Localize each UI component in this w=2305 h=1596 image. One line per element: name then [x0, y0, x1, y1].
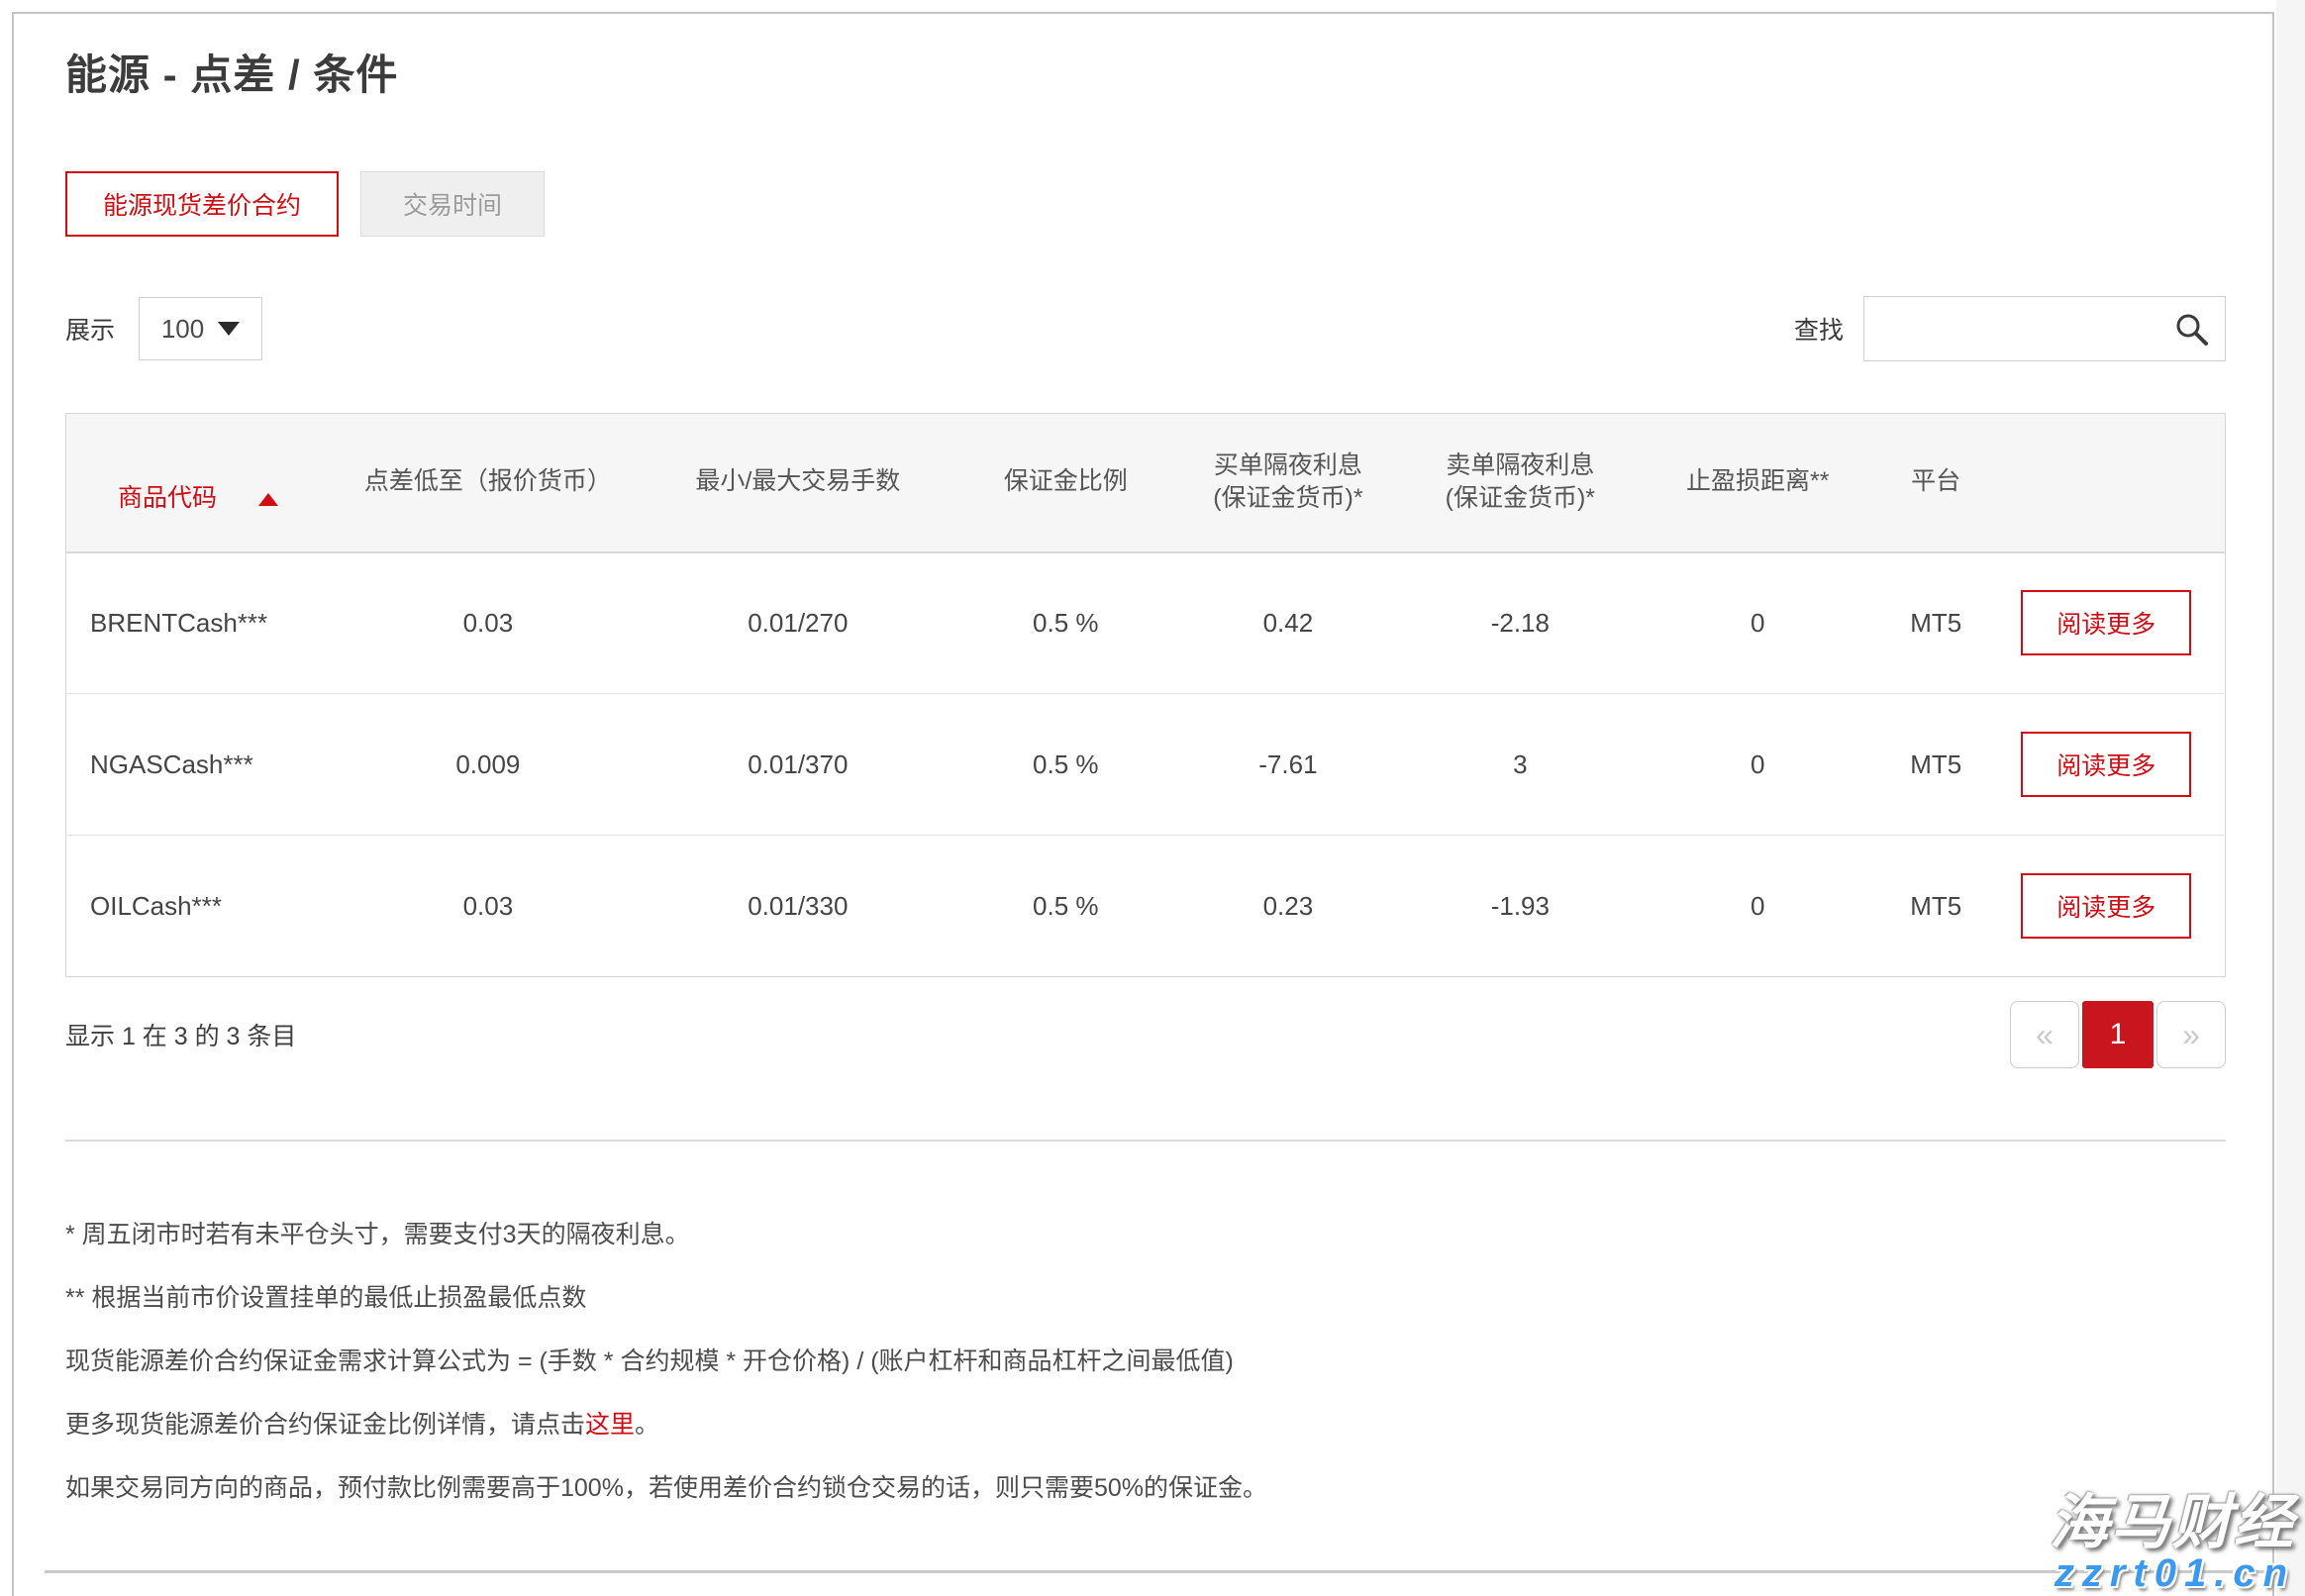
table-footer: 显示 1 在 3 的 3 条目 « 1 » — [65, 1001, 2226, 1068]
page-size-value: 100 — [161, 314, 204, 345]
table-row: OILCash*** 0.03 0.01/330 0.5 % 0.23 -1.9… — [66, 836, 2226, 977]
page-title: 能源 - 点差 / 条件 — [65, 42, 2226, 102]
read-more-button[interactable]: 阅读更多 — [2021, 873, 2191, 939]
pagination: « 1 » — [2010, 1001, 2226, 1068]
table-row: NGASCash*** 0.009 0.01/370 0.5 % -7.61 3… — [66, 694, 2226, 836]
cell-platform: MT5 — [1884, 694, 1988, 836]
table-header: 商品代码 点差低至（报价货币） 最小/最大交易手数 保证金比例 买单隔夜利息 (… — [66, 414, 2226, 552]
header-swap-long[interactable]: 买单隔夜利息 (保证金货币)* — [1167, 414, 1409, 552]
content-card: 能源 - 点差 / 条件 能源现货差价合约 交易时间 展示 100 查找 — [12, 12, 2274, 1596]
cell-lots: 0.01/330 — [632, 836, 964, 977]
cell-swap-long: -7.61 — [1167, 694, 1409, 836]
cell-symbol: NGASCash*** — [66, 694, 345, 836]
chevron-down-icon — [218, 322, 240, 336]
read-more-button[interactable]: 阅读更多 — [2021, 590, 2191, 655]
cell-swap-long: 0.23 — [1167, 836, 1409, 977]
cell-limit-stop: 0 — [1632, 836, 1884, 977]
footnote-swap-3day: * 周五闭市时若有未平仓头寸，需要支付3天的隔夜利息。 — [65, 1217, 2226, 1252]
tab-trading-hours[interactable]: 交易时间 — [360, 171, 545, 237]
cell-lots: 0.01/270 — [632, 552, 964, 694]
spreads-table: 商品代码 点差低至（报价货币） 最小/最大交易手数 保证金比例 买单隔夜利息 (… — [65, 413, 2226, 977]
cell-spread: 0.009 — [345, 694, 632, 836]
cell-margin: 0.5 % — [964, 694, 1167, 836]
footnote-margin-formula: 现货能源差价合约保证金需求计算公式为 = (手数 * 合约规模 * 开仓价格) … — [65, 1344, 2226, 1379]
header-platform[interactable]: 平台 — [1884, 414, 1988, 552]
table-controls: 展示 100 查找 — [65, 296, 2226, 361]
watermark-domain: zzrt01.cn — [2050, 1552, 2295, 1594]
cell-spread: 0.03 — [345, 836, 632, 977]
cell-swap-short: -2.18 — [1409, 552, 1632, 694]
sort-asc-icon — [258, 493, 278, 506]
table-row: BRENTCash*** 0.03 0.01/270 0.5 % 0.42 -2… — [66, 552, 2226, 694]
cell-platform: MT5 — [1884, 552, 1988, 694]
cell-lots: 0.01/370 — [632, 694, 964, 836]
watermark-brand: 海马财经 — [2050, 1493, 2295, 1552]
header-lots[interactable]: 最小/最大交易手数 — [632, 414, 964, 552]
cell-spread: 0.03 — [345, 552, 632, 694]
page: 能源 - 点差 / 条件 能源现货差价合约 交易时间 展示 100 查找 — [0, 0, 2305, 1596]
page-size-control: 展示 100 — [65, 297, 262, 360]
search-input[interactable] — [1864, 297, 2225, 360]
header-limit-stop[interactable]: 止盈损距离** — [1632, 414, 1884, 552]
search-box — [1863, 296, 2226, 361]
section-divider — [65, 1140, 2226, 1142]
footnote-min-stop: ** 根据当前市价设置挂单的最低止损盈最低点数 — [65, 1280, 2226, 1316]
footnote-link-prefix: 更多现货能源差价合约保证金比例详情，请点击 — [65, 1411, 585, 1439]
watermark: 海马财经 zzrt01.cn — [2050, 1493, 2295, 1594]
cell-limit-stop: 0 — [1632, 552, 1884, 694]
page-size-select[interactable]: 100 — [139, 297, 262, 360]
cell-swap-short: 3 — [1409, 694, 1632, 836]
header-symbol[interactable]: 商品代码 — [66, 414, 345, 552]
next-page-button[interactable]: » — [2156, 1001, 2226, 1068]
search-label: 查找 — [1794, 311, 1844, 347]
prev-page-button[interactable]: « — [2010, 1001, 2079, 1068]
footnote-link-suffix: 。 — [635, 1411, 659, 1439]
bottom-divider — [45, 1570, 2267, 1573]
page-background-strip — [2276, 0, 2305, 1596]
entries-summary: 显示 1 在 3 的 3 条目 — [65, 1017, 296, 1052]
cell-symbol: BRENTCash*** — [66, 552, 345, 694]
header-swap-short[interactable]: 卖单隔夜利息 (保证金货币)* — [1409, 414, 1632, 552]
cell-margin: 0.5 % — [964, 836, 1167, 977]
tab-bar: 能源现货差价合约 交易时间 — [65, 171, 2226, 237]
table-body: BRENTCash*** 0.03 0.01/270 0.5 % 0.42 -2… — [66, 552, 2226, 977]
footnote-margin-details: 更多现货能源差价合约保证金比例详情，请点击这里。 — [65, 1407, 2226, 1443]
current-page-button[interactable]: 1 — [2082, 1001, 2154, 1068]
cell-platform: MT5 — [1884, 836, 1988, 977]
cell-margin: 0.5 % — [964, 552, 1167, 694]
cell-limit-stop: 0 — [1632, 694, 1884, 836]
here-link[interactable]: 这里 — [585, 1411, 635, 1439]
table-header-row: 商品代码 点差低至（报价货币） 最小/最大交易手数 保证金比例 买单隔夜利息 (… — [66, 414, 2226, 552]
header-spread[interactable]: 点差低至（报价货币） — [345, 414, 632, 552]
tab-energy-spot-cfd[interactable]: 能源现货差价合约 — [65, 171, 339, 237]
footnote-hedging: 如果交易同方向的商品，预付款比例需要高于100%，若使用差价合约锁仓交易的话，则… — [65, 1470, 2226, 1506]
read-more-button[interactable]: 阅读更多 — [2021, 732, 2191, 797]
search-control: 查找 — [1794, 296, 2226, 361]
cell-swap-short: -1.93 — [1409, 836, 1632, 977]
cell-symbol: OILCash*** — [66, 836, 345, 977]
show-label: 展示 — [65, 311, 115, 347]
header-symbol-label: 商品代码 — [118, 484, 217, 512]
cell-swap-long: 0.42 — [1167, 552, 1409, 694]
header-margin[interactable]: 保证金比例 — [964, 414, 1167, 552]
footnotes: * 周五闭市时若有未平仓头寸，需要支付3天的隔夜利息。 ** 根据当前市价设置挂… — [65, 1217, 2226, 1506]
search-icon[interactable] — [2173, 311, 2211, 353]
header-actions — [1988, 414, 2226, 552]
